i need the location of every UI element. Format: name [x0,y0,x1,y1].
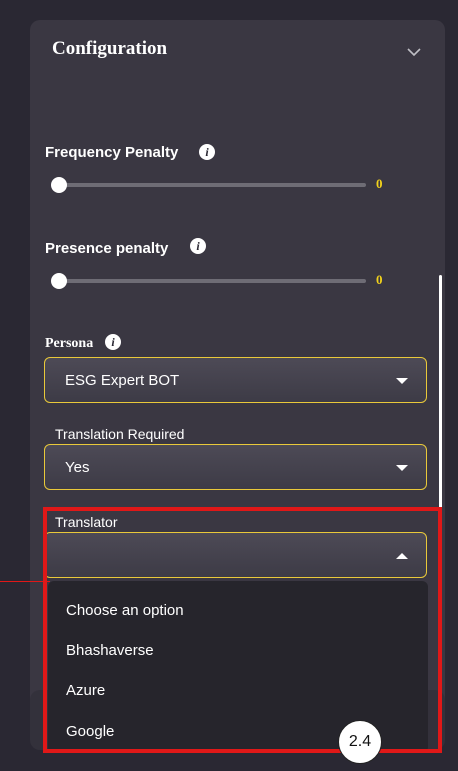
step-badge: 2.4 [338,720,382,764]
translation-required-select[interactable]: Yes [44,444,427,490]
translation-required-label: Translation Required [55,426,185,442]
caret-down-icon [396,378,408,384]
config-title: Configuration [52,38,168,59]
presence-penalty-slider-thumb[interactable] [51,273,67,289]
translation-required-select-value: Yes [65,459,90,476]
frequency-penalty-value: 0 [376,176,383,191]
presence-penalty-label: Presence penalty [45,240,169,257]
chevron-down-icon[interactable] [406,46,422,58]
frequency-penalty-slider-thumb[interactable] [51,177,67,193]
persona-select-value: ESG Expert BOT [65,372,180,389]
annotation-pointer-line [0,581,50,582]
info-icon[interactable]: i [190,238,206,254]
frequency-penalty-label: Frequency Penalty [45,144,179,161]
info-icon[interactable]: i [199,144,215,160]
caret-down-icon [396,465,408,471]
presence-penalty-slider[interactable] [56,279,366,283]
persona-select[interactable]: ESG Expert BOT [44,357,427,403]
annotation-highlight [43,507,442,753]
frequency-penalty-slider[interactable] [56,183,366,187]
info-icon[interactable]: i [105,334,121,350]
presence-penalty-value: 0 [376,272,383,287]
persona-label: Persona [45,336,94,351]
